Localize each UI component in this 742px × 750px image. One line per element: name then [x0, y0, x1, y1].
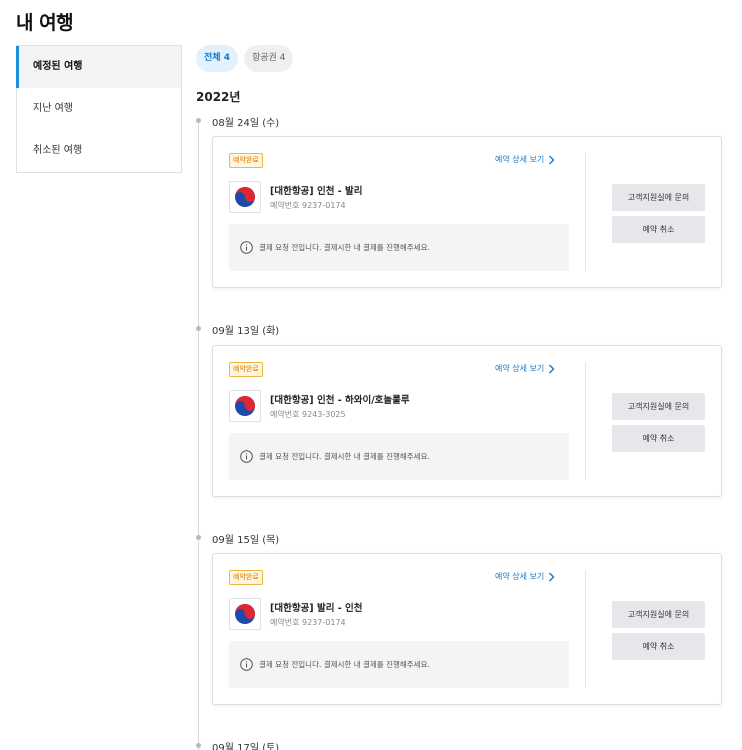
tab-all[interactable]: 전체 4 — [196, 45, 238, 72]
cancel-booking-button[interactable]: 예약 취소 — [612, 633, 705, 660]
timeline-line — [198, 118, 199, 750]
chevron-right-icon — [549, 572, 555, 581]
flight-title: [대한항공] 인천 - 발리 — [270, 186, 363, 197]
timeline-dot — [196, 326, 201, 331]
detail-link[interactable]: 예약 상세 보기 — [495, 363, 555, 374]
tab-flights[interactable]: 항공권 4 — [243, 45, 294, 72]
trip-sidebar: 예정된 여행 지난 여행 취소된 여행 — [16, 45, 182, 173]
airline-logo — [229, 390, 261, 422]
trip-date: 09월 15일 (목) — [212, 535, 280, 546]
status-badge: 예약완료 — [229, 362, 263, 377]
korean-air-logo-icon — [235, 604, 255, 624]
booking-number: 예약번호 9243-3025 — [270, 410, 346, 419]
notice-text: 결제 요청 전입니다. 결제시한 내 결제를 진행해주세요. — [259, 660, 430, 669]
detail-link-label: 예약 상세 보기 — [495, 364, 545, 373]
sidebar-item-past[interactable]: 지난 여행 — [17, 88, 181, 130]
status-badge: 예약완료 — [229, 570, 263, 585]
sidebar-item-upcoming[interactable]: 예정된 여행 — [16, 46, 181, 88]
trip-card: 예약완료 예약 상세 보기 [대한항공] 발리 - 인천 예약번호 9237-0… — [212, 553, 722, 705]
payment-notice: 결제 요청 전입니다. 결제시한 내 결제를 진행해주세요. — [229, 224, 569, 271]
flight-title: [대한항공] 발리 - 인천 — [270, 603, 363, 614]
detail-link-label: 예약 상세 보기 — [495, 155, 545, 164]
korean-air-logo-icon — [235, 187, 255, 207]
card-divider — [585, 153, 586, 271]
contact-support-button[interactable]: 고객지원실에 문의 — [612, 393, 705, 420]
trip-date: 08월 24일 (수) — [212, 118, 280, 129]
contact-support-button[interactable]: 고객지원실에 문의 — [612, 184, 705, 211]
chevron-right-icon — [549, 364, 555, 373]
booking-number: 예약번호 9237-0174 — [270, 201, 346, 210]
trip-card: 예약완료 예약 상세 보기 [대한항공] 인천 - 발리 예약번호 9237-0… — [212, 136, 722, 288]
chevron-right-icon — [549, 155, 555, 164]
payment-notice: 결제 요청 전입니다. 결제시한 내 결제를 진행해주세요. — [229, 641, 569, 688]
airline-logo — [229, 181, 261, 213]
card-divider — [585, 362, 586, 480]
detail-link[interactable]: 예약 상세 보기 — [495, 154, 555, 165]
timeline-dot — [196, 118, 201, 123]
notice-text: 결제 요청 전입니다. 결제시한 내 결제를 진행해주세요. — [259, 243, 430, 252]
sidebar-item-cancelled[interactable]: 취소된 여행 — [17, 130, 181, 172]
page-title: 내 여행 — [16, 12, 74, 34]
timeline-dot — [196, 743, 201, 748]
info-icon — [240, 658, 253, 671]
cancel-booking-button[interactable]: 예약 취소 — [612, 216, 705, 243]
trip-date: 09월 17일 (토) — [212, 743, 280, 750]
info-icon — [240, 241, 253, 254]
korean-air-logo-icon — [235, 396, 255, 416]
detail-link-label: 예약 상세 보기 — [495, 572, 545, 581]
status-badge: 예약완료 — [229, 153, 263, 168]
cancel-booking-button[interactable]: 예약 취소 — [612, 425, 705, 452]
notice-text: 결제 요청 전입니다. 결제시한 내 결제를 진행해주세요. — [259, 452, 430, 461]
trip-date: 09월 13일 (화) — [212, 326, 280, 337]
payment-notice: 결제 요청 전입니다. 결제시한 내 결제를 진행해주세요. — [229, 433, 569, 480]
timeline-dot — [196, 535, 201, 540]
trip-card: 예약완료 예약 상세 보기 [대한항공] 인천 - 하와이/호놀룰루 예약번호 … — [212, 345, 722, 497]
card-divider — [585, 570, 586, 688]
info-icon — [240, 450, 253, 463]
detail-link[interactable]: 예약 상세 보기 — [495, 571, 555, 582]
contact-support-button[interactable]: 고객지원실에 문의 — [612, 601, 705, 628]
year-heading: 2022년 — [196, 90, 241, 104]
filter-tabs: 전체 4 항공권 4 — [196, 45, 294, 72]
airline-logo — [229, 598, 261, 630]
booking-number: 예약번호 9237-0174 — [270, 618, 346, 627]
flight-title: [대한항공] 인천 - 하와이/호놀룰루 — [270, 395, 410, 406]
